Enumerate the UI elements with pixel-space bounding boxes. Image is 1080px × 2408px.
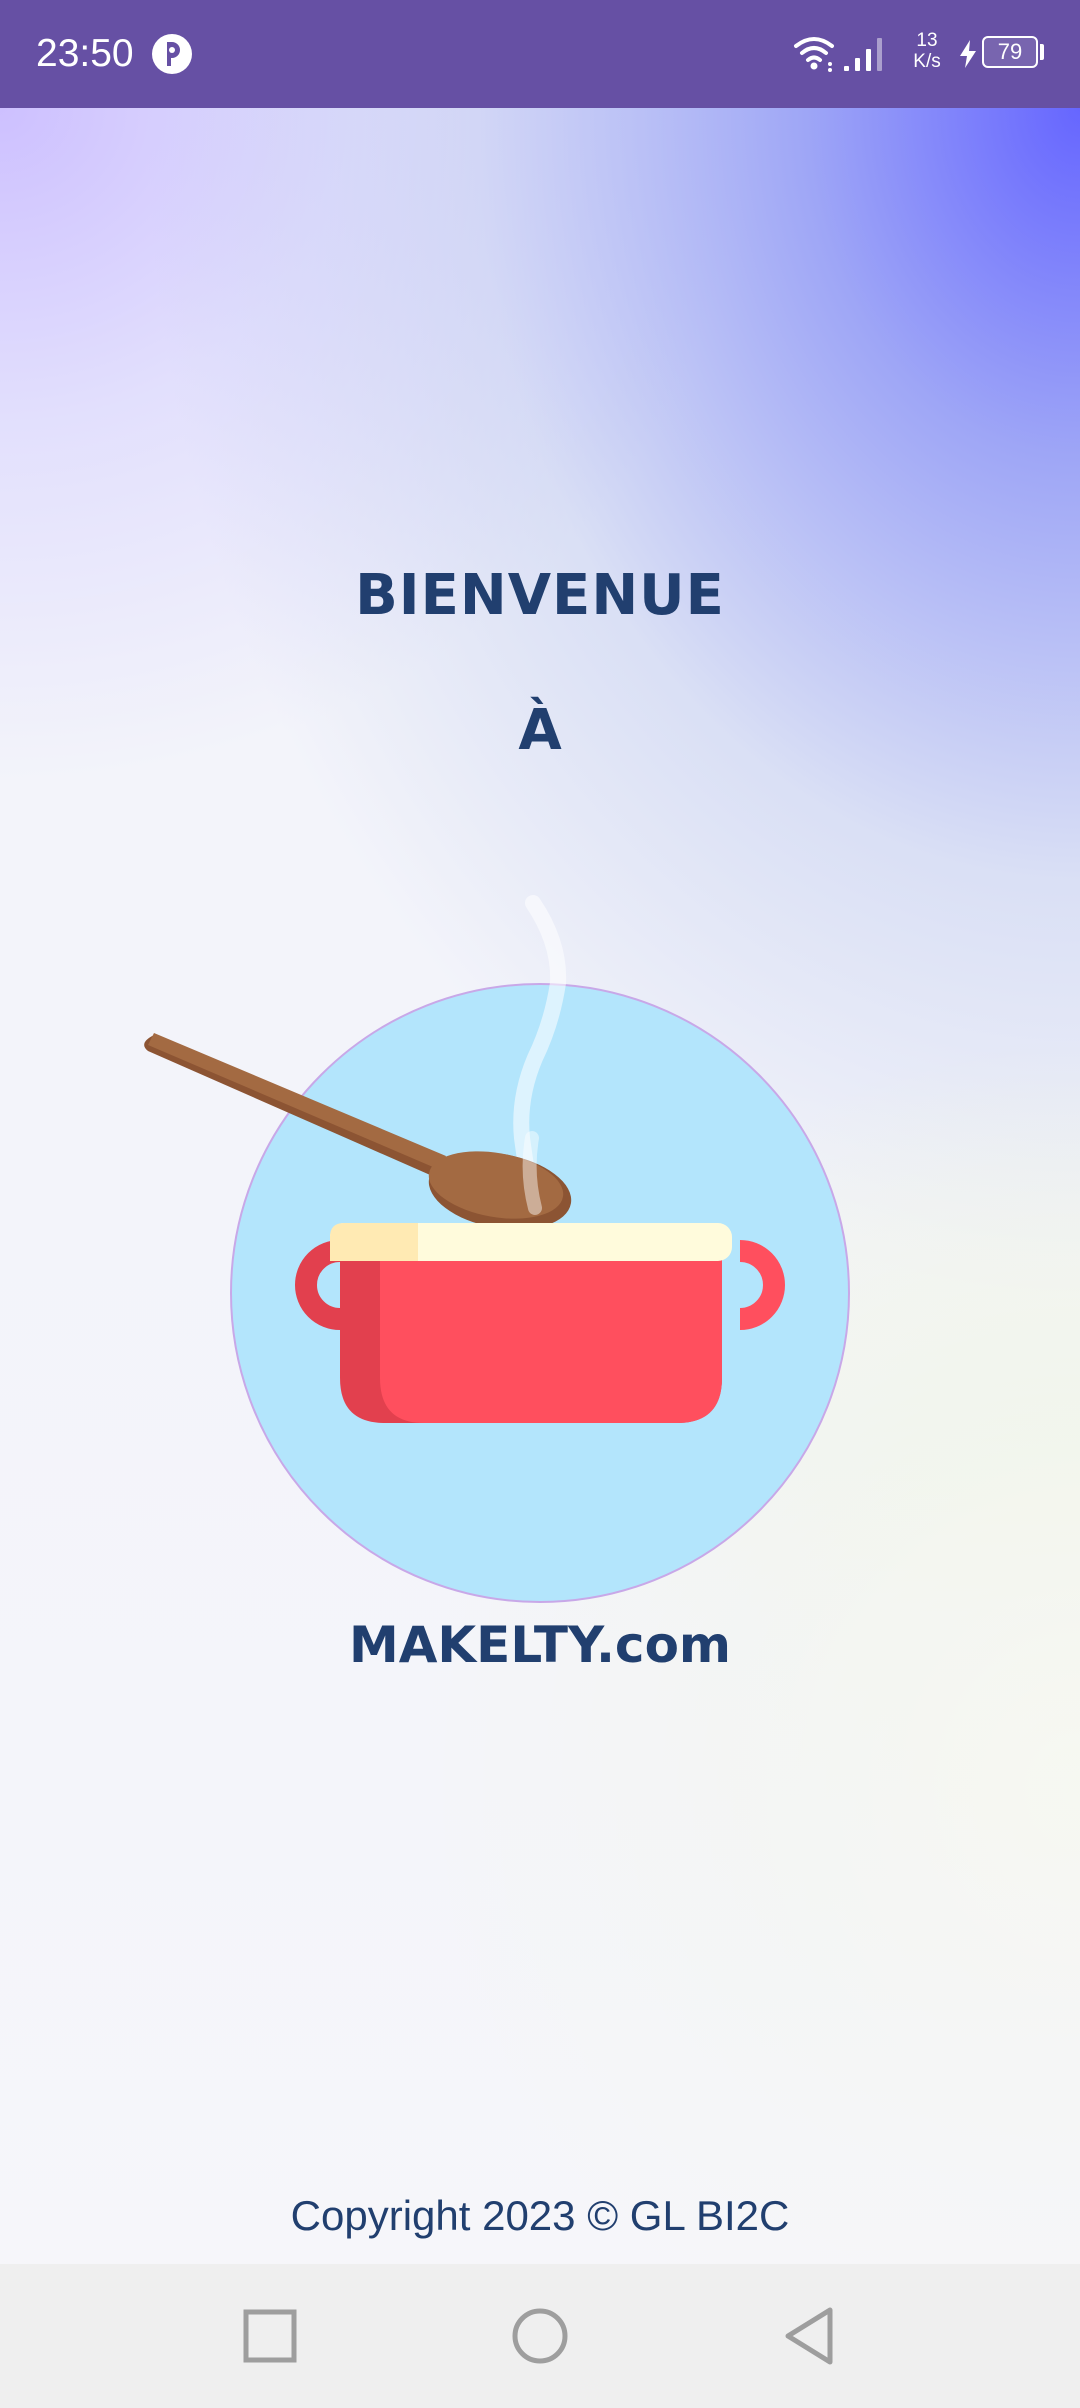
circle-icon: [512, 2308, 568, 2364]
home-button[interactable]: [492, 2288, 588, 2384]
status-bar: 23:50 13 K/s 79: [0, 0, 1080, 108]
battery-level: 79: [997, 39, 1023, 64]
brand-name: MAKELTY.com: [348, 1616, 732, 1674]
navigation-bar: [0, 2264, 1080, 2408]
back-button[interactable]: [762, 2288, 858, 2384]
copyright-text: Copyright 2023 © GL BI2C: [290, 2192, 790, 2239]
cooking-pot-with-spoon-icon: [144, 895, 850, 1603]
charging-icon: [960, 40, 976, 68]
network-speed: 13 K/s: [902, 30, 952, 72]
app-notification-icon: [152, 34, 192, 74]
wifi-icon: [794, 37, 834, 72]
recent-apps-button[interactable]: [222, 2288, 318, 2384]
battery-icon: 79: [982, 36, 1038, 68]
network-speed-value: 13: [916, 30, 938, 51]
battery-tip: [1040, 44, 1044, 60]
square-icon: [243, 2309, 297, 2363]
welcome-title: BIENVENUE: [355, 563, 725, 628]
signal-icon: [844, 38, 882, 71]
back-triangle-icon: [785, 2307, 833, 2365]
welcome-subtitle: À: [518, 698, 562, 763]
welcome-screen: BIENVENUE À MAKELTY.com Copyright 2023 ©…: [0, 108, 1080, 2264]
status-time: 23:50: [36, 32, 134, 75]
network-speed-unit: K/s: [913, 51, 941, 72]
